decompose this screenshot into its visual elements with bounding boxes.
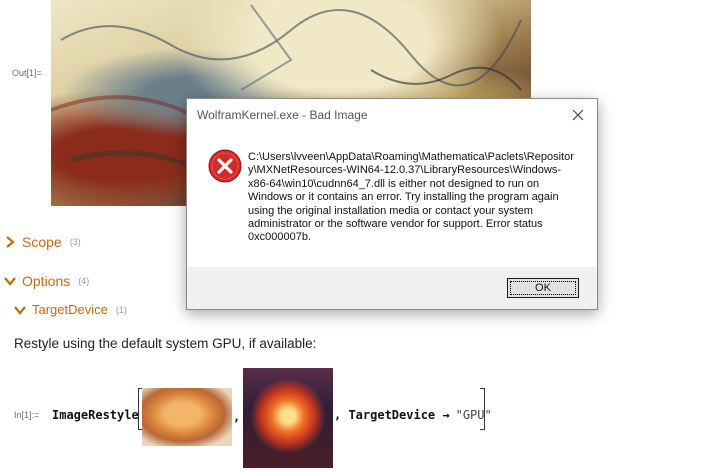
dialog-body: C:\Users\lvveen\AppData\Roaming\Mathemat… bbox=[187, 131, 597, 267]
scope-count: (3) bbox=[69, 237, 81, 247]
options-section-header[interactable]: Options (4) bbox=[4, 273, 89, 289]
target-device-count: (1) bbox=[115, 304, 127, 315]
options-count: (4) bbox=[78, 276, 90, 286]
dialog-title: WolframKernel.exe - Bad Image bbox=[197, 108, 368, 122]
target-device-label: TargetDevice bbox=[32, 302, 108, 317]
option-rule: , TargetDevice → bbox=[334, 408, 450, 422]
error-message: C:\Users\lvveen\AppData\Roaming\Mathemat… bbox=[248, 151, 574, 244]
ok-button[interactable]: OK bbox=[507, 278, 579, 298]
chevron-down-icon bbox=[14, 305, 26, 315]
scope-label: Scope bbox=[22, 234, 62, 250]
scope-section-header[interactable]: Scope (3) bbox=[4, 234, 81, 250]
bad-image-dialog: WolframKernel.exe - Bad Image C:\Users\l… bbox=[186, 98, 598, 310]
error-icon bbox=[208, 149, 242, 183]
style-image-thumbnail[interactable] bbox=[243, 368, 333, 468]
function-name[interactable]: ImageRestyle bbox=[52, 408, 139, 422]
in-cell-label: In[1]:= bbox=[14, 410, 40, 420]
chevron-down-icon bbox=[4, 277, 16, 286]
target-device-section-header[interactable]: TargetDevice (1) bbox=[14, 302, 127, 317]
option-expression[interactable]: , TargetDevice → "GPU" bbox=[334, 408, 492, 422]
close-bracket bbox=[480, 388, 485, 430]
cat-image-thumbnail[interactable] bbox=[142, 388, 232, 446]
chevron-right-icon bbox=[6, 236, 15, 248]
close-button[interactable] bbox=[569, 106, 587, 124]
out-cell-label: Out[1]= bbox=[12, 68, 42, 78]
dialog-titlebar[interactable]: WolframKernel.exe - Bad Image bbox=[187, 99, 597, 131]
options-label: Options bbox=[22, 273, 71, 289]
close-icon bbox=[572, 109, 584, 121]
comma-separator: , bbox=[233, 410, 241, 424]
dialog-footer: OK bbox=[187, 267, 597, 307]
option-value: "GPU" bbox=[455, 408, 492, 422]
description-text: Restyle using the default system GPU, if… bbox=[14, 336, 317, 351]
